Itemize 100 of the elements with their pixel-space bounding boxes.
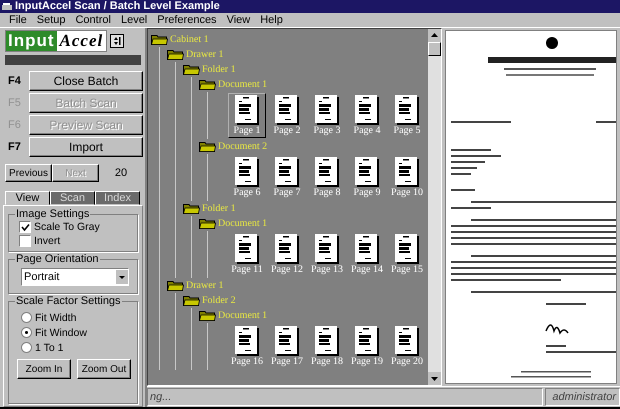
folder-icon bbox=[199, 79, 216, 90]
menu-item[interactable]: Help bbox=[255, 14, 288, 26]
radio-button[interactable] bbox=[21, 342, 32, 353]
batch-action-button[interactable]: Import bbox=[29, 137, 143, 157]
zoom-button[interactable]: Zoom In bbox=[17, 359, 71, 379]
page-thumbnail-icon bbox=[395, 326, 419, 356]
page-item[interactable]: Page 6 bbox=[228, 155, 266, 200]
page-item[interactable]: Page 20 bbox=[388, 324, 426, 369]
page-thumbnail-icon bbox=[395, 157, 419, 187]
folder-icon bbox=[183, 295, 200, 306]
status-message: ng... bbox=[147, 388, 543, 406]
checkbox-option[interactable]: Invert bbox=[15, 234, 133, 248]
logo-text: Accel bbox=[56, 31, 106, 51]
menu-item[interactable]: Setup bbox=[32, 14, 70, 26]
tree-node-label[interactable]: Drawer 1 bbox=[186, 49, 224, 60]
folder-icon bbox=[183, 64, 200, 75]
page-item[interactable]: Page 13 bbox=[308, 232, 346, 277]
page-item[interactable]: Page 10 bbox=[388, 155, 426, 200]
page-item[interactable]: Page 3 bbox=[308, 93, 346, 138]
tab[interactable]: View bbox=[5, 191, 50, 205]
logo-text: Input bbox=[6, 31, 57, 51]
folder-icon bbox=[199, 310, 216, 321]
tab[interactable]: Index bbox=[95, 191, 140, 205]
page-item[interactable]: Page 9 bbox=[348, 155, 386, 200]
menu-item[interactable]: File bbox=[4, 14, 32, 26]
radio-option[interactable]: Fit Window bbox=[17, 325, 133, 340]
previous-button[interactable]: Previous bbox=[5, 164, 52, 182]
shortcut-key-label: F7 bbox=[7, 141, 22, 153]
radio-button[interactable] bbox=[21, 327, 32, 338]
page-thumbnail-icon bbox=[275, 157, 299, 187]
scroll-down-icon[interactable] bbox=[428, 372, 441, 385]
page-item[interactable]: Page 2 bbox=[268, 93, 306, 138]
checkbox-option[interactable]: Scale To Gray bbox=[15, 220, 133, 234]
tree-node-label[interactable]: Folder 1 bbox=[202, 64, 236, 75]
tree-node-label[interactable]: Cabinet 1 bbox=[170, 34, 209, 45]
page-thumbnail-icon bbox=[355, 234, 379, 264]
page-label: Page 17 bbox=[271, 356, 303, 368]
page-label: Page 7 bbox=[274, 187, 300, 199]
page-item[interactable]: Page 19 bbox=[348, 324, 386, 369]
tree-node-label[interactable]: Document 1 bbox=[218, 79, 268, 90]
page-label: Page 3 bbox=[314, 125, 340, 137]
menu-item[interactable]: Control bbox=[70, 14, 116, 26]
page-item[interactable]: Page 17 bbox=[268, 324, 306, 369]
page-item[interactable]: Page 1 bbox=[228, 93, 266, 138]
tree-node-label[interactable]: Drawer 1 bbox=[186, 280, 224, 291]
radio-button[interactable] bbox=[21, 312, 32, 323]
menu-item[interactable]: View bbox=[222, 14, 256, 26]
page-label: Page 1 bbox=[234, 125, 260, 137]
page-label: Page 12 bbox=[271, 264, 303, 276]
tree-node-label[interactable]: Document 1 bbox=[218, 218, 268, 229]
page-item[interactable]: Page 11 bbox=[228, 232, 266, 277]
page-label: Page 9 bbox=[354, 187, 380, 199]
page-item[interactable]: Page 4 bbox=[348, 93, 386, 138]
page-label: Page 15 bbox=[391, 264, 423, 276]
page-thumbnail-icon bbox=[275, 326, 299, 356]
page-thumbnail-icon bbox=[275, 234, 299, 264]
checkbox[interactable] bbox=[19, 235, 31, 247]
radio-option[interactable]: 1 To 1 bbox=[17, 340, 133, 355]
page-thumbnail-icon bbox=[355, 157, 379, 187]
menu-item[interactable]: Level bbox=[116, 14, 152, 26]
page-label: Page 6 bbox=[234, 187, 260, 199]
radio-option[interactable]: Fit Width bbox=[17, 310, 133, 325]
tree-node-label[interactable]: Folder 2 bbox=[202, 295, 236, 306]
menu-item[interactable]: Preferences bbox=[152, 14, 222, 26]
tree-node-label[interactable]: Document 2 bbox=[218, 141, 268, 152]
page-label: Page 13 bbox=[311, 264, 343, 276]
page-item[interactable]: Page 5 bbox=[388, 93, 426, 138]
page-thumbnail-icon bbox=[395, 234, 419, 264]
group-title: Page Orientation bbox=[15, 253, 100, 265]
group-title: Scale Factor Settings bbox=[15, 295, 122, 307]
page-label: Page 5 bbox=[394, 125, 420, 137]
page-item[interactable]: Page 15 bbox=[388, 232, 426, 277]
page-label: Page 16 bbox=[231, 356, 263, 368]
checkbox[interactable] bbox=[19, 221, 31, 233]
orientation-dropdown[interactable]: Portrait bbox=[21, 268, 129, 286]
page-item[interactable]: Page 7 bbox=[268, 155, 306, 200]
spinner-icon[interactable] bbox=[110, 34, 124, 48]
page-label: Page 2 bbox=[274, 125, 300, 137]
page-thumbnail-icon bbox=[315, 234, 339, 264]
page-label: Page 20 bbox=[391, 356, 423, 368]
tree-node-label[interactable]: Folder 1 bbox=[202, 203, 236, 214]
tree-node-label[interactable]: Document 1 bbox=[218, 310, 268, 321]
zoom-button[interactable]: Zoom Out bbox=[77, 359, 131, 379]
batch-action-button[interactable]: Close Batch bbox=[29, 71, 143, 91]
page-thumbnail-icon bbox=[355, 95, 379, 125]
scroll-up-icon[interactable] bbox=[428, 29, 441, 42]
page-label: Page 4 bbox=[354, 125, 380, 137]
vertical-scrollbar[interactable] bbox=[428, 29, 441, 385]
tab[interactable]: Scan bbox=[50, 191, 95, 205]
shortcut-key-label: F4 bbox=[7, 75, 22, 87]
page-item[interactable]: Page 14 bbox=[348, 232, 386, 277]
page-item[interactable]: Page 12 bbox=[268, 232, 306, 277]
folder-icon bbox=[167, 280, 184, 291]
page-thumbnail-icon bbox=[235, 95, 259, 125]
page-thumbnail-icon bbox=[355, 326, 379, 356]
page-item[interactable]: Page 8 bbox=[308, 155, 346, 200]
page-item[interactable]: Page 16 bbox=[228, 324, 266, 369]
page-item[interactable]: Page 18 bbox=[308, 324, 346, 369]
window-title: InputAccel Scan / Batch Level Example bbox=[15, 0, 220, 13]
scroll-thumb[interactable] bbox=[428, 42, 441, 56]
